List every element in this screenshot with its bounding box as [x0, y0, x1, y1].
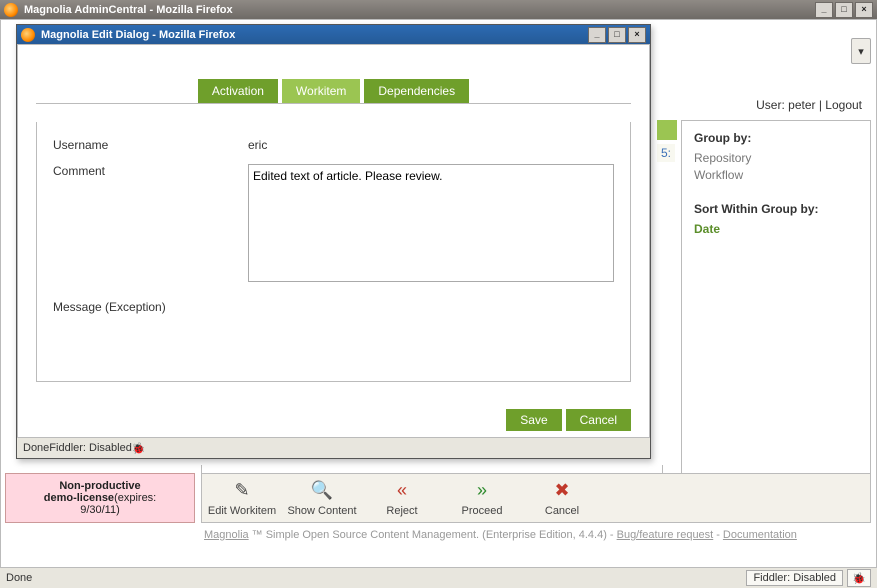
- main-title: Magnolia AdminCentral - Mozilla Firefox: [24, 4, 815, 16]
- dialog-fiddler-status[interactable]: Fiddler: Disabled: [49, 442, 132, 454]
- save-button[interactable]: Save: [506, 409, 561, 431]
- cancel-button[interactable]: Cancel: [566, 409, 631, 431]
- tab-separator: [36, 103, 631, 104]
- logout-link[interactable]: Logout: [825, 98, 862, 112]
- dialog-close-button[interactable]: ×: [628, 27, 646, 43]
- license-line1: Non-productive: [59, 480, 140, 492]
- show-content-label: Show Content: [282, 505, 362, 517]
- tab-activation[interactable]: Activation: [198, 79, 278, 103]
- tab-workitem[interactable]: Workitem: [282, 79, 360, 103]
- footer-sep: -: [716, 529, 720, 541]
- user-prefix: User:: [756, 98, 788, 112]
- edit-workitem-button[interactable]: ✎ Edit Workitem: [202, 480, 282, 517]
- license-expires-date: 9/30/11): [80, 504, 120, 516]
- time-fragment: 5:: [657, 144, 675, 162]
- close-button[interactable]: ×: [855, 2, 873, 18]
- comment-label: Comment: [53, 164, 248, 282]
- username-label: Username: [53, 138, 248, 152]
- dialog-bug-icon[interactable]: 🐞: [132, 442, 146, 455]
- sort-value[interactable]: Date: [694, 222, 858, 236]
- form-area: Username eric Comment Message (Exception…: [36, 122, 631, 382]
- dialog-tabs: Activation Workitem Dependencies: [18, 79, 649, 103]
- reject-icon: «: [391, 480, 413, 502]
- reject-label: Reject: [362, 505, 442, 517]
- magnolia-link[interactable]: Magnolia: [204, 529, 249, 541]
- license-expires-label: (expires:: [114, 492, 156, 504]
- edit-workitem-label: Edit Workitem: [202, 505, 282, 517]
- minimize-button[interactable]: _: [815, 2, 833, 18]
- username-value: eric: [248, 138, 614, 152]
- firefox-icon: [21, 28, 35, 42]
- dialog-maximize-button[interactable]: □: [608, 27, 626, 43]
- edit-icon: ✎: [231, 480, 253, 502]
- footer: Magnolia ™ Simple Open Source Content Ma…: [201, 525, 871, 545]
- license-box: Non-productive demo-license(expires: 9/3…: [5, 473, 195, 523]
- group-item-workflow[interactable]: Workflow: [694, 168, 858, 182]
- firefox-icon: [4, 3, 18, 17]
- background-tab-fragment: [657, 120, 677, 140]
- user-name: peter: [788, 98, 815, 112]
- group-by-title: Group by:: [694, 131, 858, 145]
- action-toolbar: ✎ Edit Workitem 🔍 Show Content « Reject …: [201, 473, 871, 523]
- group-sort-panel: Group by: Repository Workflow Sort Withi…: [681, 120, 871, 490]
- dialog-titlebar: Magnolia Edit Dialog - Mozilla Firefox _…: [17, 25, 650, 44]
- license-line2: demo-license: [44, 492, 114, 504]
- proceed-button[interactable]: » Proceed: [442, 480, 522, 517]
- dialog-title: Magnolia Edit Dialog - Mozilla Firefox: [41, 29, 588, 41]
- maximize-button[interactable]: □: [835, 2, 853, 18]
- cancel-action-button[interactable]: ✖ Cancel: [522, 480, 602, 517]
- main-bug-icon[interactable]: 🐞: [847, 569, 871, 587]
- reject-button[interactable]: « Reject: [362, 480, 442, 517]
- message-label: Message (Exception): [53, 300, 248, 314]
- main-status-done: Done: [6, 572, 32, 584]
- group-item-repository[interactable]: Repository: [694, 151, 858, 165]
- main-titlebar: Magnolia AdminCentral - Mozilla Firefox …: [0, 0, 877, 19]
- tab-dropdown-icon[interactable]: ▾: [851, 38, 871, 64]
- documentation-link[interactable]: Documentation: [723, 529, 797, 541]
- main-window: Magnolia AdminCentral - Mozilla Firefox …: [0, 0, 877, 588]
- sort-title: Sort Within Group by:: [694, 202, 858, 216]
- dialog-body: Activation Workitem Dependencies Usernam…: [17, 44, 650, 438]
- cancel-icon: ✖: [551, 480, 573, 502]
- dialog-status-done: Done: [23, 442, 49, 454]
- footer-text: ™ Simple Open Source Content Management.…: [252, 529, 614, 541]
- dialog-minimize-button[interactable]: _: [588, 27, 606, 43]
- dialog-buttons: Save Cancel: [506, 409, 631, 431]
- magnifier-icon: 🔍: [311, 480, 333, 502]
- dialog-statusbar: Done Fiddler: Disabled 🐞: [17, 437, 650, 458]
- user-line: User: peter | Logout: [756, 98, 862, 112]
- proceed-label: Proceed: [442, 505, 522, 517]
- edit-dialog-window: Magnolia Edit Dialog - Mozilla Firefox _…: [16, 24, 651, 459]
- main-fiddler-status[interactable]: Fiddler: Disabled: [746, 570, 843, 586]
- message-value: [248, 300, 614, 314]
- comment-textarea[interactable]: [248, 164, 614, 282]
- proceed-icon: »: [471, 480, 493, 502]
- bug-link[interactable]: Bug/feature request: [617, 529, 714, 541]
- main-statusbar: Done Fiddler: Disabled 🐞: [0, 567, 877, 588]
- tab-dependencies[interactable]: Dependencies: [364, 79, 469, 103]
- cancel-action-label: Cancel: [522, 505, 602, 517]
- user-sep: |: [816, 98, 826, 112]
- show-content-button[interactable]: 🔍 Show Content: [282, 480, 362, 517]
